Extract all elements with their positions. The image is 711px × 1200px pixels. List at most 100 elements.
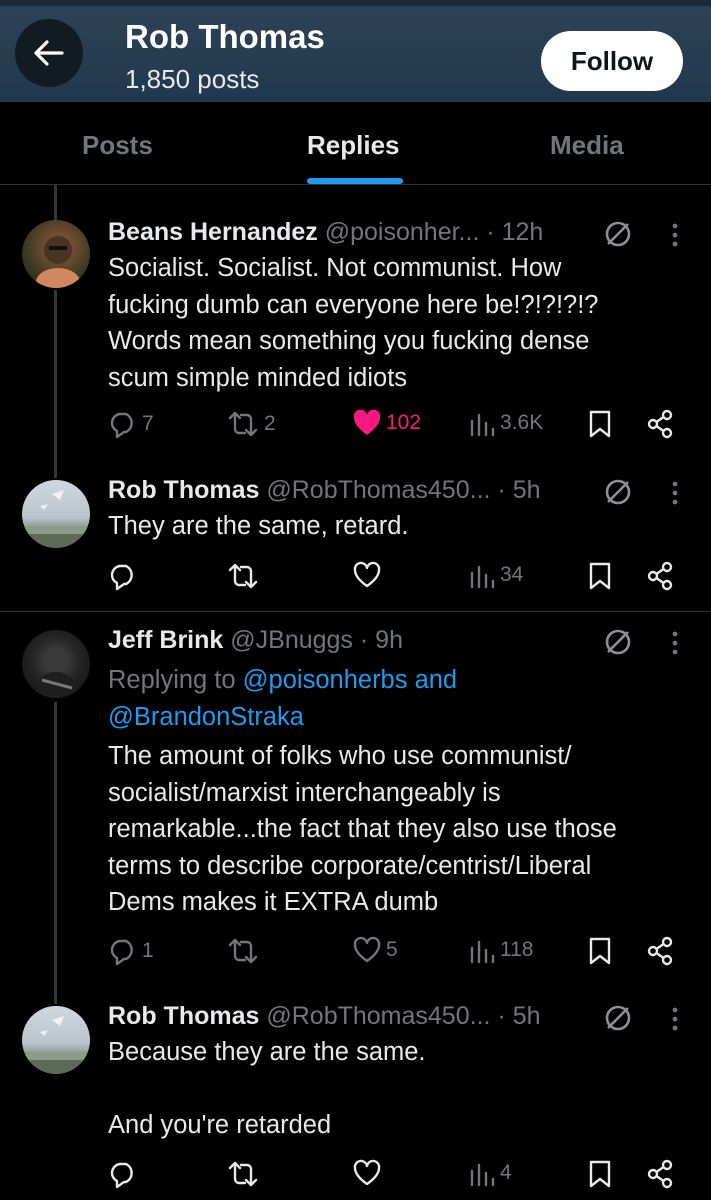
tweet-text: They are the same, retard. (108, 512, 409, 540)
thread-line (54, 702, 57, 1004)
share-icon[interactable] (646, 561, 674, 591)
avatar-image (36, 236, 80, 288)
views-icon (470, 1163, 495, 1187)
author-handle[interactable]: @poisonher... (325, 218, 480, 246)
reply-button[interactable]: 7 (108, 409, 154, 439)
repost-button[interactable] (226, 1159, 264, 1189)
view-count: 4 (500, 1161, 512, 1184)
avatar-image (22, 490, 90, 548)
repost-icon (228, 938, 258, 964)
profile-tabs: Posts Replies Media (0, 102, 711, 185)
share-icon[interactable] (646, 936, 674, 966)
tweet-actions: 4 (108, 1159, 688, 1195)
mention-link[interactable]: @poisonherbs and (243, 666, 457, 694)
author-handle[interactable]: @JBnuggs (230, 626, 353, 654)
bookmark-icon[interactable] (588, 936, 612, 966)
timestamp[interactable]: · 5h (497, 476, 540, 504)
share-icon[interactable] (646, 409, 674, 439)
verified-slash-icon (605, 1005, 631, 1031)
replying-to: Replying to @poisonherbs and @BrandonStr… (108, 662, 688, 735)
view-count: 34 (500, 563, 524, 586)
repost-button[interactable] (226, 936, 264, 966)
repost-button[interactable]: 2 (226, 409, 276, 439)
share-icon[interactable] (646, 1159, 674, 1189)
like-button[interactable] (352, 1159, 386, 1187)
repost-count: 2 (264, 412, 276, 435)
mention-link[interactable]: @BrandonStraka (108, 703, 304, 731)
tab-replies[interactable]: Replies (307, 130, 400, 161)
reply-icon (110, 1162, 133, 1189)
author-name[interactable]: Beans Hernandez (108, 218, 318, 246)
reply-button[interactable] (108, 1159, 142, 1189)
follow-button[interactable]: Follow (541, 31, 683, 91)
thread-line (54, 184, 57, 220)
separator (0, 611, 711, 612)
more-icon[interactable] (668, 630, 682, 656)
tweet-actions: 34 (108, 561, 688, 597)
view-count: 3.6K (500, 411, 544, 434)
tab-media[interactable]: Media (550, 130, 624, 161)
bookmark-icon[interactable] (588, 1159, 612, 1189)
profile-header: Rob Thomas 1,850 posts Follow (0, 0, 711, 102)
timestamp[interactable]: · 9h (360, 626, 403, 654)
author-handle[interactable]: @RobThomas450... (266, 1002, 490, 1030)
like-button[interactable]: 102 (352, 409, 421, 437)
verified-slash-icon (605, 629, 631, 655)
views-button[interactable]: 3.6K (468, 409, 543, 437)
tweet-text: The amount of folks who use communist/ s… (108, 742, 617, 916)
views-icon (470, 940, 495, 964)
timestamp[interactable]: · 12h (486, 218, 543, 246)
avatar[interactable] (22, 1006, 90, 1074)
bookmark-icon[interactable] (588, 409, 612, 439)
repost-button[interactable] (226, 561, 264, 591)
author-name[interactable]: Rob Thomas (108, 1002, 259, 1030)
views-button[interactable]: 34 (468, 561, 523, 589)
reply-icon (110, 412, 133, 439)
tab-posts[interactable]: Posts (82, 130, 153, 161)
heart-icon (353, 561, 381, 588)
reply-count: 7 (142, 412, 154, 435)
timestamp[interactable]: · 5h (497, 1002, 540, 1030)
views-button[interactable]: 118 (468, 936, 533, 964)
heart-filled-icon (353, 409, 381, 435)
tweet-text: Because they are the same. And you're re… (108, 1038, 426, 1139)
replying-to-label: Replying to (108, 666, 243, 694)
like-button[interactable] (352, 561, 386, 589)
avatar[interactable] (22, 630, 90, 698)
views-icon (470, 565, 495, 589)
repost-icon (228, 1161, 258, 1187)
verified-slash-icon (605, 221, 631, 247)
back-button[interactable] (15, 19, 83, 87)
author-name[interactable]: Rob Thomas (108, 476, 259, 504)
tweet-actions: 7 2 102 3.6K (108, 409, 688, 445)
bookmark-icon[interactable] (588, 561, 612, 591)
heart-icon (353, 936, 381, 963)
reply-icon (110, 939, 133, 966)
like-count: 5 (386, 938, 398, 961)
active-tab-indicator (307, 178, 403, 184)
post-count: 1,850 posts (125, 64, 260, 94)
reply-button[interactable] (108, 561, 142, 591)
more-icon[interactable] (668, 1006, 682, 1032)
avatar-image (22, 1016, 90, 1074)
profile-name: Rob Thomas (125, 18, 325, 55)
reply-button[interactable]: 1 (108, 936, 154, 966)
avatar[interactable] (22, 480, 90, 548)
more-icon[interactable] (668, 222, 682, 248)
reply-count: 1 (142, 939, 154, 962)
author-name[interactable]: Jeff Brink (108, 626, 223, 654)
tweet-text: Socialist. Socialist. Not communist. How… (108, 254, 599, 392)
view-count: 118 (500, 938, 534, 961)
reply-icon (110, 564, 133, 591)
repost-icon (228, 411, 258, 437)
more-icon[interactable] (668, 480, 682, 506)
views-button[interactable]: 4 (468, 1159, 512, 1187)
verified-slash-icon (605, 479, 631, 505)
like-count: 102 (386, 411, 422, 434)
author-handle[interactable]: @RobThomas450... (266, 476, 490, 504)
avatar[interactable] (22, 220, 90, 288)
thread-line (54, 290, 57, 478)
views-icon (470, 413, 495, 437)
like-button[interactable]: 5 (352, 936, 398, 964)
tweet-actions: 1 5 118 (108, 936, 688, 972)
